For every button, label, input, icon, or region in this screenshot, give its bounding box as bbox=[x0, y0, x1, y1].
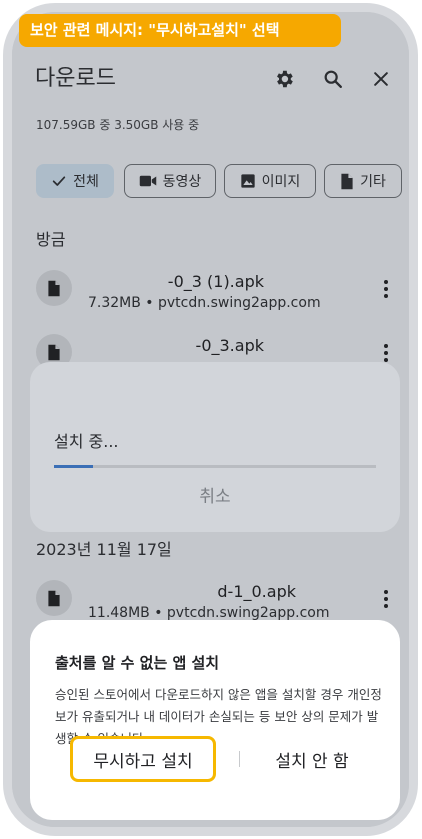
chip-video[interactable]: 동영상 bbox=[124, 164, 216, 198]
chip-label: 기타 bbox=[360, 174, 386, 190]
file-name[interactable]: d-1_0.apk bbox=[88, 582, 296, 601]
file-name[interactable]: -0_3 (1).apk bbox=[88, 272, 264, 291]
install-progress-bar bbox=[54, 465, 376, 468]
chip-label: 이미지 bbox=[261, 174, 301, 190]
image-icon bbox=[241, 174, 255, 188]
chip-image[interactable]: 이미지 bbox=[224, 164, 316, 198]
install-cancel-button[interactable]: 취소 bbox=[30, 482, 400, 507]
install-status: 설치 중... bbox=[54, 432, 119, 451]
gear-icon[interactable] bbox=[271, 66, 297, 92]
close-icon[interactable] bbox=[368, 66, 394, 92]
chip-label: 전체 bbox=[73, 174, 99, 190]
check-icon bbox=[52, 176, 66, 186]
search-icon[interactable] bbox=[320, 66, 346, 92]
button-divider bbox=[239, 751, 240, 767]
file-name[interactable]: -0_3.apk bbox=[88, 336, 264, 355]
file-icon bbox=[36, 580, 72, 616]
document-icon bbox=[341, 173, 353, 189]
section-header-recent: 방금 bbox=[36, 230, 66, 249]
more-options-icon[interactable] bbox=[376, 586, 396, 612]
dialog-title: 출처를 알 수 없는 앱 설치 bbox=[55, 654, 220, 672]
instruction-banner: 보안 관련 메시지: "무시하고설치" 선택 bbox=[19, 14, 341, 47]
install-anyway-button[interactable]: 무시하고 설치 bbox=[70, 736, 216, 782]
chip-all[interactable]: 전체 bbox=[36, 164, 114, 198]
page-title: 다운로드 bbox=[35, 66, 116, 91]
more-options-icon[interactable] bbox=[376, 276, 396, 302]
section-header-date: 2023년 11월 17일 bbox=[36, 540, 172, 559]
file-meta: 7.32MB • pvtcdn.swing2app.com bbox=[88, 295, 321, 311]
unknown-source-dialog: 출처를 알 수 없는 앱 설치 승인된 스토어에서 다운로드하지 않은 앱을 설… bbox=[30, 620, 400, 820]
file-icon bbox=[36, 270, 72, 306]
file-meta: 11.48MB • pvtcdn.swing2app.com bbox=[88, 605, 330, 621]
chip-label: 동영상 bbox=[162, 174, 202, 190]
dont-install-button[interactable]: 설치 안 함 bbox=[252, 739, 372, 779]
install-progress-fill bbox=[54, 465, 93, 468]
chip-other[interactable]: 기타 bbox=[324, 164, 402, 198]
storage-usage: 107.59GB 중 3.50GB 사용 중 bbox=[36, 118, 200, 132]
install-progress-sheet: 설치 중... 취소 bbox=[30, 362, 400, 532]
video-icon bbox=[139, 175, 156, 187]
phone-frame: 다운로드 107.59GB 중 3.50GB 사용 중 전체 동영상 이미지 기… bbox=[3, 3, 418, 836]
downloads-screen: 다운로드 107.59GB 중 3.50GB 사용 중 전체 동영상 이미지 기… bbox=[12, 12, 409, 827]
